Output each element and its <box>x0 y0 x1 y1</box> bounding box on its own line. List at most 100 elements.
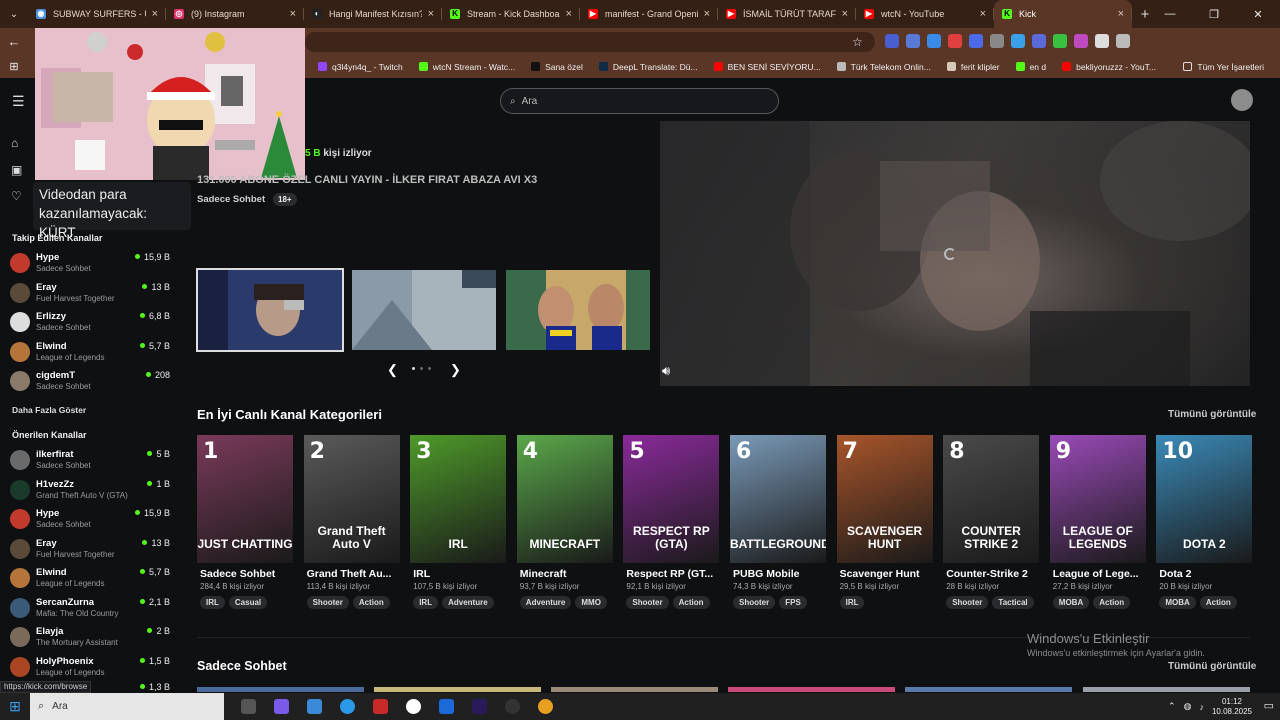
category-tag[interactable]: Casual <box>228 596 268 609</box>
show-more-link[interactable]: Daha Fazla Göster <box>12 405 86 415</box>
search-input[interactable]: ⌕ Ara <box>500 88 779 114</box>
category-tag[interactable]: MOBA <box>1159 596 1196 609</box>
close-window-icon[interactable]: ✕ <box>1236 0 1280 28</box>
store-icon[interactable] <box>298 693 331 720</box>
tray-chevron-icon[interactable]: ⌃ <box>1168 701 1176 712</box>
close-tab-icon[interactable]: × <box>1118 8 1124 20</box>
extension-icon[interactable] <box>969 34 983 48</box>
copilot-icon[interactable] <box>265 693 298 720</box>
category-tag[interactable]: IRL <box>200 596 225 609</box>
outlook-icon[interactable] <box>430 693 463 720</box>
stream-card-preview[interactable] <box>551 687 718 692</box>
category-tag[interactable]: Shooter <box>733 596 776 609</box>
carousel-dot[interactable] <box>412 367 415 370</box>
category-card[interactable]: 3 IRL IRL 107,5 B kişi izliyor IRL Adventure <box>410 435 507 615</box>
bookmark-item[interactable]: ferit klipler <box>946 62 1000 72</box>
hero-stream-title[interactable]: 131.000 ABONE ÖZEL CANLI YAYIN - İLKER F… <box>197 174 537 186</box>
category-card[interactable]: 1 JUST CHATTING Sadece Sohbet 284,4 B kişi … <box>197 435 293 615</box>
close-tab-icon[interactable]: × <box>566 8 572 20</box>
sidebar-channel-recommended[interactable]: H1vezZz Grand Theft Auto V (GTA) 1 B <box>10 478 170 506</box>
sidebar-channel-followed[interactable]: Eray Fuel Harvest Together 13 B <box>10 281 170 309</box>
carousel-thumbnail[interactable] <box>196 268 344 352</box>
bookmark-item[interactable]: Sana özel <box>531 62 583 72</box>
categories-view-all-link[interactable]: Tümünü görüntüle <box>1168 409 1256 420</box>
bookmark-item[interactable]: Türk Telekom Onlin... <box>836 62 931 72</box>
category-card[interactable]: 7 SCAVENGER HUNT Scavenger Hunt 29,5 B kişi… <box>836 435 933 615</box>
sidebar-channel-recommended[interactable]: ilkerfirat Sadece Sohbet 5 B <box>10 448 170 476</box>
category-tag[interactable]: Action <box>1199 596 1237 609</box>
stream-card-preview[interactable] <box>197 687 364 692</box>
browser-tab[interactable]: ◉SUBWAY SURFERS - Ücret× <box>28 0 166 28</box>
close-tab-icon[interactable]: × <box>428 8 434 20</box>
bookmark-item[interactable]: BEN SENİ SEVİYORU... <box>713 62 821 72</box>
windows-start-icon[interactable]: ⊞ <box>0 693 30 720</box>
taskbar-clock[interactable]: 01:12 10.08.2025 <box>1212 697 1252 717</box>
stream-preview-overlay[interactable] <box>35 28 305 180</box>
category-tag[interactable]: Shooter <box>306 596 349 609</box>
sidebar-channel-followed[interactable]: cigdemT Sadece Sohbet 208 <box>10 369 170 397</box>
bookmark-item[interactable]: bekliyoruzzz - YouT... <box>1062 62 1156 72</box>
browser-tab[interactable]: ◎ (9) Instagram × <box>166 0 304 28</box>
carousel-next-icon[interactable]: ❯ <box>450 362 461 378</box>
sidebar-channel-recommended[interactable]: SercanZurna Mafia: The Old Country 2,1 B <box>10 596 170 624</box>
extension-icon[interactable] <box>948 34 962 48</box>
notifications-icon[interactable]: ▭ <box>1264 699 1274 712</box>
volume-tray-icon[interactable]: ♪ <box>1199 702 1204 712</box>
category-tag[interactable]: Adventure <box>519 596 572 609</box>
sidebar-channel-recommended[interactable]: Eray Fuel Harvest Together 13 B <box>10 537 170 565</box>
browser-tab[interactable]: ▶manifest - Grand Opening× <box>580 0 718 28</box>
chrome-icon[interactable] <box>529 693 562 720</box>
extension-icon[interactable] <box>1011 34 1025 48</box>
sidebar-channel-followed[interactable]: Hype Sadece Sohbet 15,9 B <box>10 251 170 279</box>
following-heart-icon[interactable]: ♡ <box>11 189 25 203</box>
extension-icon[interactable] <box>885 34 899 48</box>
category-card[interactable]: 6 BATTLEGROUNDS PUBG Mobile 74,3 B kişi izl… <box>730 435 826 615</box>
stream-card-preview[interactable] <box>905 687 1072 692</box>
bookmark-item[interactable]: DeepL Translate: Dü... <box>598 62 698 72</box>
stream-card-preview[interactable] <box>374 687 541 692</box>
network-icon[interactable]: ◍ <box>1184 701 1192 712</box>
category-tag[interactable]: FPS <box>779 596 807 609</box>
volume-icon[interactable]: 🔊︎ <box>662 363 670 379</box>
back-icon[interactable]: ← <box>0 28 28 55</box>
bookmark-item[interactable]: q3l4yn4q_ - Twitch <box>318 62 403 72</box>
extension-icon[interactable] <box>906 34 920 48</box>
stream-card-preview[interactable] <box>728 687 895 692</box>
edge-icon[interactable] <box>331 693 364 720</box>
carousel-prev-icon[interactable]: ❮ <box>387 362 398 378</box>
user-avatar[interactable] <box>1231 89 1253 111</box>
sidebar-channel-followed[interactable]: Elwind League of Legends 5,7 B <box>10 340 170 368</box>
apps-grid-icon[interactable]: ⊞ <box>0 53 28 80</box>
carousel-dot[interactable] <box>428 367 431 370</box>
close-tab-icon[interactable]: × <box>980 8 986 20</box>
taskbar-search-input[interactable]: ⌕ Ara <box>30 693 224 720</box>
category-card[interactable]: 9 LEAGUE OF LEGENDS League of Lege... 27,2 … <box>1049 435 1146 615</box>
all-bookmarks-folder[interactable]: Tüm Yer İşaretleri <box>1183 62 1264 72</box>
category-tag[interactable]: Tactical <box>992 596 1034 609</box>
extension-icon[interactable] <box>1095 34 1109 48</box>
stream-card-preview[interactable] <box>1083 687 1250 692</box>
category-tag[interactable]: IRL <box>413 596 439 609</box>
browser-tab[interactable]: ◐ Hangi Manifest Kızısın? - × <box>304 0 442 28</box>
category-card[interactable]: 5 RESPECT RP (GTA) Respect RP (GT... 92,1 B… <box>623 435 720 615</box>
restore-icon[interactable]: ❐ <box>1192 0 1236 28</box>
browse-icon[interactable]: ▣ <box>11 163 25 177</box>
bookmark-star-icon[interactable]: ☆ <box>852 35 863 49</box>
obs-icon[interactable] <box>496 693 529 720</box>
minimize-icon[interactable]: — <box>1148 0 1192 28</box>
category-card[interactable]: 10 DOTA 2 Dota 2 20 B kişi izliyor MOBA Actio… <box>1156 435 1253 615</box>
category-tag[interactable]: MOBA <box>1052 596 1090 609</box>
sidebar-channel-recommended[interactable]: Elayja The Mortuary Assistant 2 B <box>10 625 170 653</box>
carousel-thumbnail[interactable] <box>352 270 496 350</box>
bookmark-item[interactable]: en d <box>1015 62 1046 72</box>
extension-icon[interactable] <box>990 34 1004 48</box>
sidebar-channel-recommended[interactable]: Hype Sadece Sohbet 15,9 B <box>10 507 170 535</box>
close-tab-icon[interactable]: × <box>842 8 848 20</box>
extension-icon[interactable] <box>927 34 941 48</box>
premiere-icon[interactable] <box>463 693 496 720</box>
yandex-icon[interactable] <box>397 693 430 720</box>
hero-category[interactable]: Sadece Sohbet <box>197 194 265 205</box>
tab-search-chevron-icon[interactable]: ⌄ <box>0 0 28 28</box>
category-tag[interactable]: Action <box>672 596 710 609</box>
extension-icon[interactable] <box>1032 34 1046 48</box>
